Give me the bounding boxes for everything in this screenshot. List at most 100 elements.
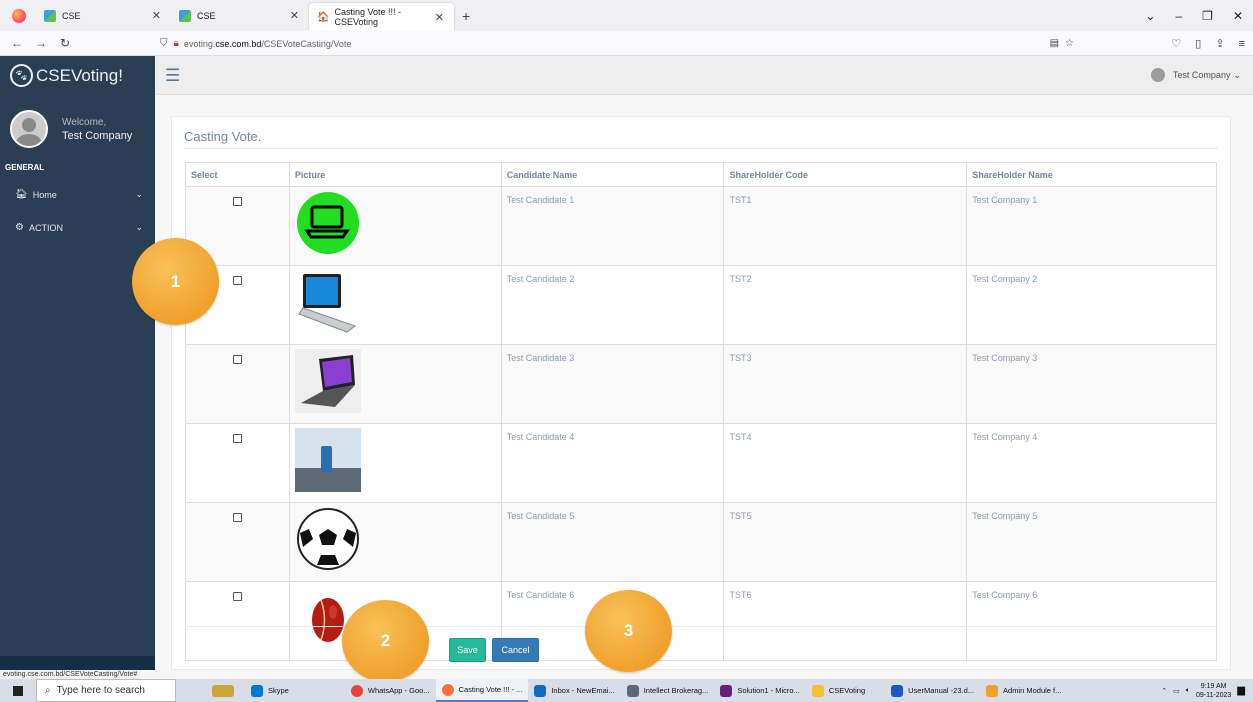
user-menu[interactable]: Test Company ⌄ xyxy=(1150,68,1241,82)
browser-tab[interactable]: CSE ✕ xyxy=(36,0,171,31)
candidate-picture xyxy=(288,344,502,424)
save-button[interactable]: Save xyxy=(449,638,486,662)
firefox-icon xyxy=(441,683,454,696)
browser-toolbar-right: ♡ ▯ ⇪ ≡ xyxy=(1171,31,1245,56)
laptop-blue-screen-image xyxy=(298,274,356,333)
callout-marker: 3 xyxy=(585,590,672,672)
table-row: Test Candidate 2 TST2 Test Company 2 xyxy=(185,265,1217,345)
forward-icon[interactable]: → xyxy=(34,36,48,50)
candidate-picture xyxy=(288,186,502,266)
tab-list-chevron-icon[interactable]: ⌄ xyxy=(1145,9,1155,23)
taskbar-app[interactable]: UserManual -23.d... xyxy=(885,679,980,702)
close-tab-icon[interactable]: ✕ xyxy=(152,9,161,22)
table-row: Test Candidate 5 TST5 Test Company 5 xyxy=(185,502,1217,582)
top-nav: ☰ Test Company ⌄ xyxy=(155,56,1253,95)
shareholder-name: Test Company 3 xyxy=(966,344,1217,424)
taskbar-app[interactable]: WhatsApp - Goo... xyxy=(345,679,436,702)
windows-logo-icon xyxy=(13,685,23,696)
avatar xyxy=(10,110,48,148)
tray-chevron-icon[interactable]: ⌃ xyxy=(1161,687,1167,695)
chrome-icon xyxy=(350,684,363,697)
candidate-picture xyxy=(288,502,502,582)
new-tab-icon[interactable]: + xyxy=(462,8,470,24)
browser-tab-active[interactable]: 🏠 Casting Vote !!! - CSEVoting ✕ xyxy=(309,3,454,31)
sidebar-item-home[interactable]: 🏠︎ Home ⌄ xyxy=(0,178,155,211)
taskbar-app[interactable]: Inbox - NewEmai... xyxy=(528,679,620,702)
home-icon: 🏠︎ xyxy=(15,189,28,200)
start-button[interactable] xyxy=(0,679,36,702)
pocket-icon[interactable]: ♡ xyxy=(1171,37,1181,50)
back-icon[interactable]: ← xyxy=(10,36,24,50)
sidebar-item-action[interactable]: ⚙ ACTION ⌄ xyxy=(0,211,155,244)
page-title: Casting Vote. xyxy=(184,129,262,144)
candidate-name: Test Candidate 1 xyxy=(500,186,725,266)
table-header-row: Select Picture Candidate Name ShareHolde… xyxy=(185,162,1217,187)
browser-tab[interactable]: CSE ✕ xyxy=(171,0,309,31)
taskbar-widget[interactable] xyxy=(206,679,245,702)
volume-icon[interactable]: 🔈︎ xyxy=(1186,687,1190,695)
clock[interactable]: 9:19 AM 09-11-2023 xyxy=(1196,682,1231,700)
shareholder-code: TST2 xyxy=(723,265,968,345)
share-icon[interactable]: ⇪ xyxy=(1215,37,1224,50)
select-checkbox[interactable] xyxy=(232,276,242,285)
taskbar-app[interactable]: Solution1 - Micro... xyxy=(714,679,806,702)
user-avatar-icon xyxy=(1150,68,1165,82)
title-divider xyxy=(184,148,1218,149)
window-controls: ⌄ – ❐ ✕ xyxy=(1145,0,1243,31)
candidates-table: Select Picture Candidate Name ShareHolde… xyxy=(185,162,1217,661)
select-checkbox[interactable] xyxy=(232,513,242,522)
close-window-icon[interactable]: ✕ xyxy=(1233,9,1243,23)
taskbar-app[interactable]: Intellect Brokerag... xyxy=(621,679,715,702)
candidate-picture xyxy=(288,423,502,503)
select-checkbox[interactable] xyxy=(232,592,242,601)
laptop-windows-image xyxy=(294,349,361,413)
restore-icon[interactable]: ❐ xyxy=(1202,9,1213,23)
reader-bookmark-icons[interactable]: ▤☆ xyxy=(1050,38,1080,49)
taskbar-app[interactable]: CSEVoting xyxy=(806,679,871,702)
shareholder-name: Test Company 1 xyxy=(966,186,1217,266)
status-url: evoting.cse.com.bd/CSEVoteCasting/Vote# xyxy=(0,670,141,679)
shield-icon[interactable]: ⛉ xyxy=(160,38,168,49)
select-checkbox[interactable] xyxy=(232,197,242,206)
select-checkbox[interactable] xyxy=(232,355,242,364)
lock-icon[interactable]: 🔒︎ xyxy=(174,38,179,49)
column-header-candidate-name: Candidate Name xyxy=(500,162,725,187)
word-icon xyxy=(891,684,904,697)
taskbar-search[interactable]: ⌕ Type here to search xyxy=(36,679,176,702)
profile-username: Test Company xyxy=(62,129,133,142)
brand[interactable]: 🐾︎ CSEVoting! xyxy=(0,56,155,95)
taskbar-app-active[interactable]: Casting Vote !!! - ... xyxy=(435,679,529,702)
candidate-name: Test Candidate 2 xyxy=(500,265,725,345)
close-tab-icon[interactable]: ✕ xyxy=(435,11,444,24)
network-icon[interactable]: ▭ xyxy=(1173,687,1180,695)
menu-section-general: GENERAL xyxy=(5,163,45,172)
green-laptop-image xyxy=(296,192,359,254)
hamburger-menu-icon[interactable]: ☰ xyxy=(165,66,180,86)
notification-icon[interactable]: ▆ xyxy=(1237,685,1245,696)
sidebar-icon[interactable]: ▯ xyxy=(1195,37,1201,50)
smartphone-image xyxy=(294,428,361,492)
cancel-button[interactable]: Cancel xyxy=(492,638,539,662)
menu-icon[interactable]: ≡ xyxy=(1239,38,1245,50)
chevron-down-icon: ⌄ xyxy=(135,222,143,232)
widget-icon xyxy=(212,684,234,697)
close-tab-icon[interactable]: ✕ xyxy=(290,9,299,22)
select-checkbox[interactable] xyxy=(232,434,242,443)
soccer-ball-image xyxy=(296,508,359,570)
welcome-text: Welcome, xyxy=(62,116,107,128)
taskbar-app[interactable]: Skype xyxy=(245,679,295,702)
taskbar-app[interactable]: Admin Module f... xyxy=(980,679,1067,702)
column-header-shareholder-name: ShareHolder Name xyxy=(966,162,1217,187)
form-divider xyxy=(185,626,1217,627)
address-bar[interactable]: ⛉ 🔒︎ evoting. cse.com.bd/CSEVoteCasting/V… xyxy=(160,33,1250,54)
firefox-logo-icon xyxy=(12,8,26,23)
table-row: Test Candidate 4 TST4 Test Company 4 xyxy=(185,423,1217,503)
shareholder-code: TST6 xyxy=(723,581,968,661)
brand-title: CSEVoting! xyxy=(36,65,123,85)
shareholder-name: Test Company 5 xyxy=(966,502,1217,582)
candidate-name: Test Candidate 3 xyxy=(500,344,725,424)
minimize-icon[interactable]: – xyxy=(1175,9,1182,23)
sidebar-footer xyxy=(0,656,155,670)
reload-icon[interactable]: ↻ xyxy=(58,36,72,50)
shareholder-code: TST3 xyxy=(723,344,968,424)
